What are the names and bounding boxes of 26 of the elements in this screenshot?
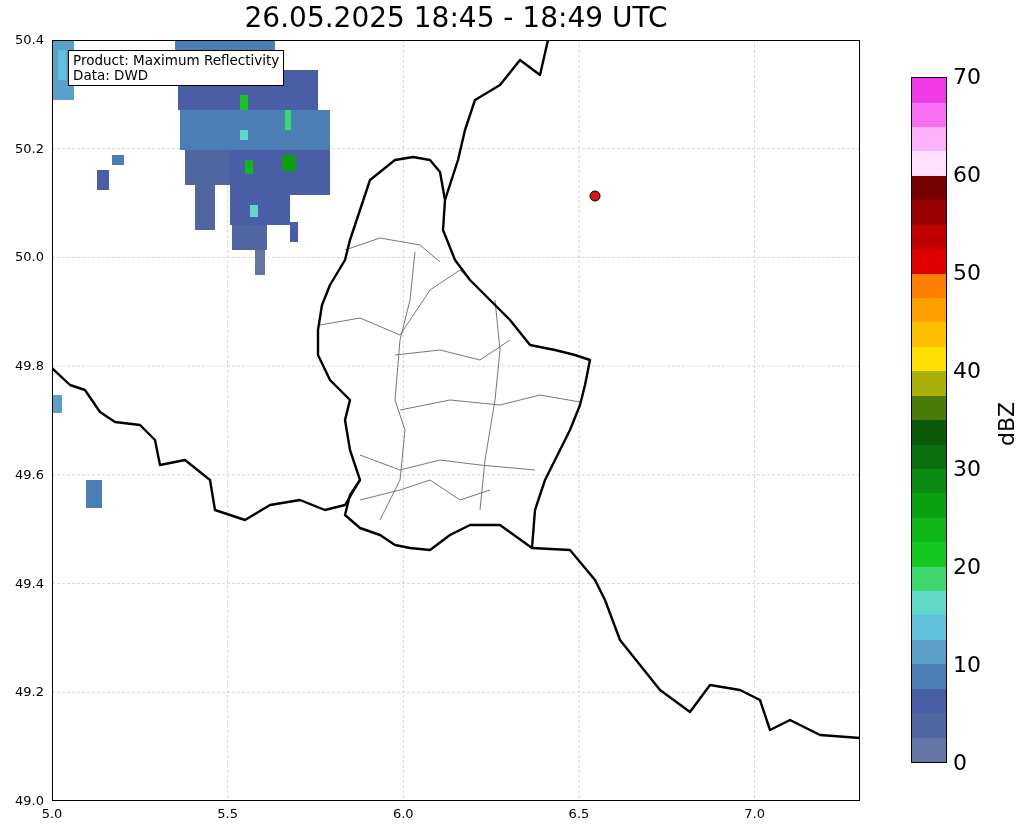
y-tick-label: 49.8 [15,358,44,375]
x-tick-label: 7.0 [744,806,765,822]
y-tick-label: 49.0 [15,792,44,809]
info-text: Product: Maximum Reflectivity [73,53,280,68]
x-tick-label: 6.5 [568,806,590,822]
x-tick-label: 6.0 [392,806,414,822]
x-tick-label: 5.5 [217,806,238,822]
y-tick-label: 50.0 [15,249,44,266]
colorbar-tick-label: 20 [953,553,981,581]
x-tick-label: 5.0 [41,806,63,822]
colorbar-tick-label: 30 [953,455,981,483]
colorbar-label: dBZ [993,401,1021,447]
y-tick-label: 49.6 [15,466,44,483]
y-tick-label: 49.4 [15,575,44,592]
location-marker [589,190,601,202]
y-tick-label: 50.4 [15,32,44,48]
colorbar-tick-label: 50 [953,259,981,287]
y-tick-label: 50.2 [15,140,44,157]
colorbar-tick-label: 0 [953,749,968,777]
y-tick-label: 49.2 [15,684,44,701]
colorbar-tick-label: 70 [953,63,981,91]
colorbar-tick-label: 60 [953,161,981,189]
chart-title: 26.05.2025 18:45 - 18:49 UTC [244,1,668,35]
info-text: Data: DWD [73,68,150,83]
colorbar-tick-label: 40 [953,357,981,385]
colorbar-tick-label: 10 [953,651,981,679]
